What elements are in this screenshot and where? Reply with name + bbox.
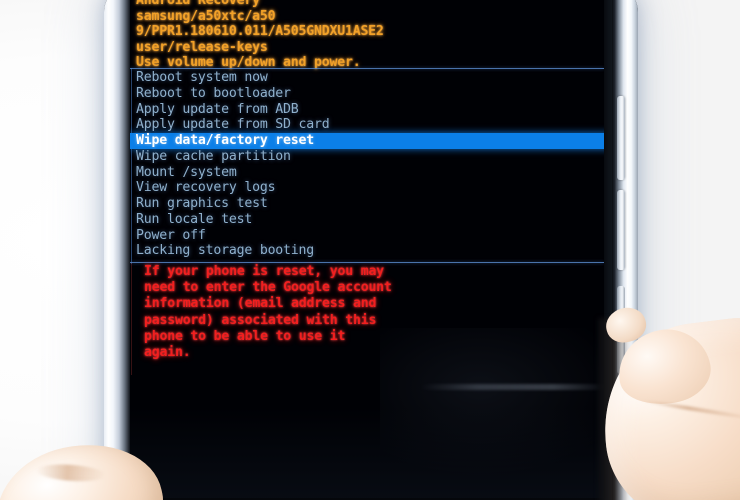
warning-line-4: password) associated with this [144,312,377,328]
volume-down-button[interactable] [617,190,625,270]
phone-screen: Android Recovery samsung/a50xtc/a50 9/PP… [130,0,604,498]
menu-item-lacking-storage-booting[interactable]: Lacking storage booting [134,243,604,259]
phone-left-bezel [104,0,131,500]
warning-line-5: phone to be able to use it [144,328,346,344]
warning-line-1: If your phone is reset, you may [144,264,384,279]
screenshot-root: Android Recovery samsung/a50xtc/a50 9/PP… [0,0,740,500]
warning-left-rule [131,263,132,375]
warning-line-6: again. [144,345,191,361]
menu-item-mount-system[interactable]: Mount /system [134,165,604,181]
factory-reset-warning: If your phone is reset, you may need to … [144,264,594,361]
menu-item-wipe-cache-partition[interactable]: Wipe cache partition [134,149,604,165]
header-line-buildtype: user/release-keys [136,39,268,55]
menu-item-power-off[interactable]: Power off [134,228,604,244]
header-line-build: 9/PPR1.180610.011/A505GNDXU1ASE2 [136,24,384,40]
menu-item-apply-update-from-sd[interactable]: Apply update from SD card [134,117,604,133]
header-line-title: Android Recovery [136,0,260,8]
menu-item-run-locale-test[interactable]: Run locale test [134,212,604,228]
warning-line-2: need to enter the Google account [144,280,392,296]
warning-line-3: information (email address and [144,296,377,312]
volume-up-button[interactable] [617,96,625,180]
menu-left-rule [131,68,132,264]
recovery-header: Android Recovery samsung/a50xtc/a50 9/PP… [136,0,602,71]
menu-item-run-graphics-test[interactable]: Run graphics test [134,196,604,212]
separator-above-menu [130,68,604,69]
screen-glare-lower [130,408,604,498]
menu-item-reboot-to-bootloader[interactable]: Reboot to bootloader [134,86,604,102]
menu-item-reboot-system-now[interactable]: Reboot system now [134,70,604,86]
header-line-device: samsung/a50xtc/a50 [136,8,276,24]
screen-glare-streak [420,384,604,390]
recovery-menu: Reboot system now Reboot to bootloader A… [130,70,604,259]
menu-item-apply-update-from-adb[interactable]: Apply update from ADB [134,102,604,118]
menu-item-wipe-data-factory-reset[interactable]: Wipe data/factory reset [130,133,604,149]
menu-item-view-recovery-logs[interactable]: View recovery logs [134,180,604,196]
separator-below-menu [130,262,604,263]
